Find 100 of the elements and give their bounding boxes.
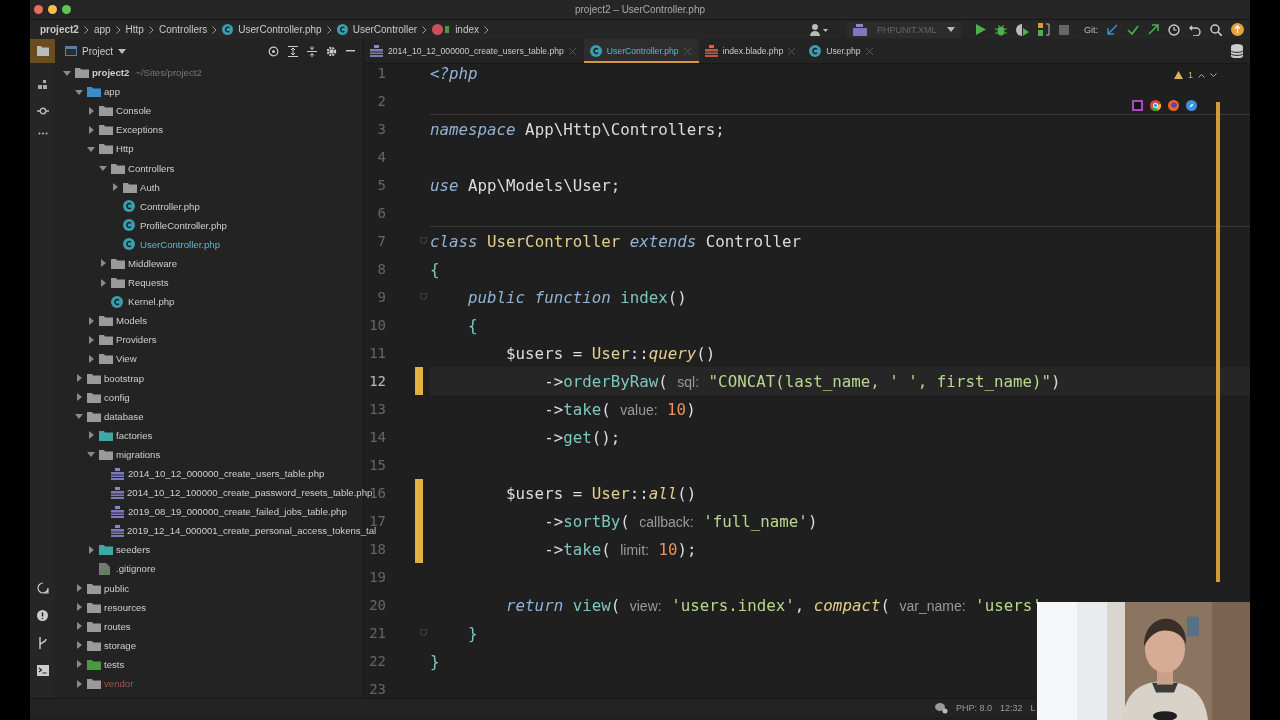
minimize-button[interactable] xyxy=(48,5,57,14)
tree-item[interactable]: Auth xyxy=(140,181,160,193)
tree-item[interactable]: bootstrap xyxy=(104,372,144,384)
breadcrumb[interactable]: Http xyxy=(125,24,144,35)
breadcrumb[interactable]: app xyxy=(93,24,111,35)
tree-item[interactable]: 2014_10_12_100000_create_password_resets_table.php xyxy=(127,487,373,499)
tree-item[interactable]: 2019_08_19_000000_create_failed_jobs_table.php xyxy=(128,506,347,518)
tree-item[interactable]: Middleware xyxy=(128,258,178,269)
tree-item[interactable]: Requests xyxy=(128,277,169,289)
tree-item[interactable]: storage xyxy=(104,639,136,651)
breadcrumb[interactable]: index xyxy=(455,24,480,35)
alert-icon[interactable] xyxy=(37,610,48,621)
tree-item[interactable]: Console xyxy=(116,105,152,117)
check-icon[interactable] xyxy=(1127,24,1139,35)
cursor-position[interactable]: 12:32 xyxy=(1000,703,1023,713)
expanded-arrow-icon[interactable] xyxy=(87,144,95,153)
locate-icon[interactable] xyxy=(268,45,279,57)
user-icon[interactable] xyxy=(810,23,828,36)
breadcrumb[interactable]: UserController xyxy=(352,24,418,35)
profiler-icon[interactable] xyxy=(1038,23,1050,36)
tree-item[interactable]: ProfileController.php xyxy=(140,219,227,231)
tree-item[interactable]: project2 xyxy=(92,67,130,79)
undo-icon[interactable] xyxy=(1189,23,1201,36)
tree-item[interactable]: public xyxy=(104,582,130,594)
safari-icon[interactable] xyxy=(1186,100,1197,111)
collapsed-arrow-icon[interactable] xyxy=(75,584,83,593)
collapsed-arrow-icon[interactable] xyxy=(75,660,83,669)
project-view-dropdown[interactable]: Project xyxy=(65,45,127,57)
bug-icon[interactable] xyxy=(995,23,1007,36)
project-tool-button[interactable] xyxy=(30,39,55,63)
tree-item[interactable]: migrations xyxy=(116,448,161,460)
tree-item[interactable]: Http xyxy=(116,143,134,155)
expanded-arrow-icon[interactable] xyxy=(75,87,83,96)
tree-item[interactable]: UserController.php xyxy=(140,238,220,250)
tree-item[interactable]: database xyxy=(104,410,144,422)
terminal-icon[interactable] xyxy=(36,665,49,676)
branch-icon[interactable] xyxy=(37,637,48,649)
collapsed-arrow-icon[interactable] xyxy=(111,183,119,192)
structure-icon[interactable] xyxy=(37,80,48,90)
breadcrumb[interactable]: project2 xyxy=(40,24,79,35)
collapsed-arrow-icon[interactable] xyxy=(87,106,95,115)
coverage-icon[interactable] xyxy=(1016,23,1029,36)
search-icon[interactable] xyxy=(1210,23,1222,36)
expand-all-icon[interactable] xyxy=(288,45,298,57)
tree-item[interactable]: Controller.php xyxy=(140,200,200,212)
collapsed-arrow-icon[interactable] xyxy=(75,393,83,402)
expanded-arrow-icon[interactable] xyxy=(75,412,83,421)
tree-item[interactable]: config xyxy=(104,391,130,403)
collapsed-arrow-icon[interactable] xyxy=(99,259,107,268)
collapsed-arrow-icon[interactable] xyxy=(87,125,95,134)
collapsed-arrow-icon[interactable] xyxy=(75,603,83,612)
tree-item[interactable]: .gitignore xyxy=(116,563,156,575)
tree-item[interactable]: Controllers xyxy=(128,162,175,174)
collapsed-arrow-icon[interactable] xyxy=(99,278,107,287)
run-icon[interactable] xyxy=(976,24,986,35)
expanded-arrow-icon[interactable] xyxy=(87,450,95,459)
warning-icon[interactable] xyxy=(1174,71,1183,79)
editor-tab[interactable]: UserController.php xyxy=(583,39,699,63)
ide-update-icon[interactable] xyxy=(1231,23,1244,36)
tree-item[interactable]: Exceptions xyxy=(116,124,163,136)
push-icon[interactable] xyxy=(1148,24,1159,35)
expanded-arrow-icon[interactable] xyxy=(63,68,71,77)
tree-item[interactable]: tests xyxy=(104,658,125,670)
editor-tab[interactable]: 2014_10_12_000000_create_users_table.php xyxy=(364,39,584,63)
line-separator[interactable]: L xyxy=(1030,703,1036,713)
history-icon[interactable] xyxy=(1168,23,1180,36)
close-button[interactable] xyxy=(34,5,43,14)
expanded-arrow-icon[interactable] xyxy=(99,164,107,172)
collapsed-arrow-icon[interactable] xyxy=(87,316,95,325)
tree-item[interactable]: resources xyxy=(104,601,147,613)
scrollbar-change-markers[interactable] xyxy=(1216,102,1220,582)
editor-tab[interactable]: index.blade.php xyxy=(698,39,804,63)
editor-tab[interactable]: User.php xyxy=(803,39,881,63)
tree-item[interactable]: Providers xyxy=(116,334,157,346)
collapsed-arrow-icon[interactable] xyxy=(87,335,95,344)
collapsed-arrow-icon[interactable] xyxy=(87,354,95,363)
zoom-button[interactable] xyxy=(62,5,71,14)
tree-item[interactable]: factories xyxy=(116,429,153,441)
tree-item[interactable]: Kernel.php xyxy=(128,296,175,308)
tree-item[interactable]: Models xyxy=(116,315,147,327)
collapsed-arrow-icon[interactable] xyxy=(75,641,83,650)
collapsed-arrow-icon[interactable] xyxy=(87,545,95,554)
commit-icon[interactable] xyxy=(36,107,49,115)
database-icon[interactable] xyxy=(1231,44,1243,58)
phpstorm-icon[interactable] xyxy=(1132,100,1143,111)
update-icon[interactable] xyxy=(1107,24,1118,35)
chat-icon[interactable] xyxy=(36,582,49,594)
collapsed-arrow-icon[interactable] xyxy=(87,431,95,440)
stop-icon[interactable] xyxy=(1059,24,1069,35)
tree-item[interactable]: routes xyxy=(104,620,131,632)
collapsed-arrow-icon[interactable] xyxy=(75,679,83,688)
tree-item[interactable]: app xyxy=(104,86,120,98)
firefox-icon[interactable] xyxy=(1168,100,1179,111)
tree-item[interactable]: View xyxy=(116,353,137,365)
more-icon[interactable] xyxy=(37,132,48,135)
collapse-all-icon[interactable] xyxy=(307,45,317,57)
chrome-icon[interactable] xyxy=(1150,100,1161,111)
php-version[interactable]: PHP: 8.0 xyxy=(956,703,993,713)
tree-item[interactable]: 2019_12_14_000001_create_personal_access_tokens_tal xyxy=(127,525,377,537)
interpreter-icon[interactable] xyxy=(935,702,948,714)
